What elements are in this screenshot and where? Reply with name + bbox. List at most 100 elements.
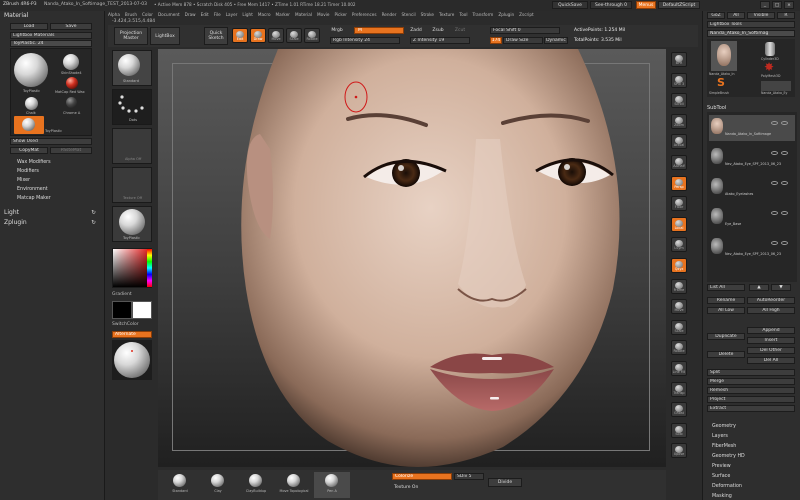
color-picker[interactable] bbox=[112, 248, 152, 288]
hue-strip[interactable] bbox=[147, 249, 152, 287]
tool-section-header[interactable]: FiberMesh bbox=[709, 441, 797, 451]
material-subsection[interactable]: Matcap Maker bbox=[14, 194, 94, 203]
menu-item[interactable]: Zscript bbox=[519, 12, 534, 17]
menu-item[interactable]: Light bbox=[242, 12, 252, 17]
view-lsym-button[interactable]: LSym bbox=[671, 237, 687, 253]
view-zoom-button[interactable]: Zoom bbox=[671, 113, 687, 129]
material-subsection[interactable]: Wax Modifiers bbox=[14, 158, 94, 167]
eye-icon[interactable] bbox=[771, 241, 778, 245]
tool-section-header[interactable]: Geometry bbox=[709, 421, 797, 431]
copy-mat-button[interactable]: CopyMat bbox=[10, 147, 48, 154]
subtool-item[interactable]: Nev_Atako_Eye_SPF_2013_06_23 bbox=[709, 145, 795, 171]
gradient-label[interactable]: Gradient bbox=[112, 292, 132, 297]
main-color-swatch[interactable] bbox=[112, 301, 132, 319]
polymesh-star-icon[interactable]: ✸ bbox=[764, 61, 774, 73]
menu-item[interactable]: Alpha bbox=[108, 12, 120, 17]
material-thumbnail[interactable]: ToyPlastic bbox=[112, 206, 152, 242]
tool-thumb-main[interactable] bbox=[711, 41, 737, 71]
insert-button[interactable]: Insert bbox=[747, 337, 795, 344]
duplicate-button[interactable]: Duplicate bbox=[707, 333, 745, 340]
load-material-button[interactable]: Load bbox=[10, 23, 48, 30]
remesh-button[interactable]: Remesh bbox=[707, 387, 795, 394]
rename-button[interactable]: Rename bbox=[707, 297, 745, 304]
rgb-intensity-slider[interactable]: Rgb Intensity 24 bbox=[330, 37, 400, 44]
polypaint-icon[interactable] bbox=[781, 211, 788, 215]
merge-button[interactable]: Merge bbox=[707, 378, 795, 385]
all-button[interactable]: All bbox=[727, 12, 745, 19]
view-solo-button[interactable]: Solo bbox=[671, 422, 687, 438]
view-actual-button[interactable]: Actual bbox=[671, 134, 687, 150]
tool-thumb-cylinder[interactable] bbox=[765, 42, 775, 56]
tool-section-header[interactable]: Layers bbox=[709, 431, 797, 441]
view-line-fill-button[interactable]: Line Fill bbox=[671, 361, 687, 376]
subtool-item[interactable]: Nanda_Atako_In_Softimage bbox=[709, 115, 795, 141]
view-scale-button[interactable]: Scale bbox=[671, 319, 687, 335]
zplugin-header[interactable]: Zplugin ↻ bbox=[0, 218, 104, 227]
zadd-button[interactable]: Zadd bbox=[406, 27, 426, 34]
alternate-button[interactable]: Alternate bbox=[112, 331, 152, 338]
menu-item[interactable]: Stencil bbox=[401, 12, 415, 17]
current-tool-slider[interactable]: Nanda_Atako_In_Softimag bbox=[707, 30, 795, 37]
menu-item[interactable]: Preferences bbox=[352, 12, 377, 17]
matcap-preview[interactable] bbox=[112, 340, 152, 380]
mrgb-button[interactable]: Mrgb bbox=[330, 27, 344, 34]
material-subsection[interactable]: Modifiers bbox=[14, 167, 94, 176]
del-all-button[interactable]: Del All bbox=[747, 357, 795, 364]
view-ghost-button[interactable]: Ghost bbox=[671, 402, 687, 418]
zsub-button[interactable]: Zsub bbox=[428, 27, 448, 34]
view-xpose-button[interactable]: Xpose bbox=[671, 443, 687, 459]
tool-section-header[interactable]: Preview bbox=[709, 461, 797, 471]
eye-icon[interactable] bbox=[771, 211, 778, 215]
brush-slot[interactable]: Pen A bbox=[314, 472, 350, 498]
tool-edit-button[interactable]: Edit bbox=[232, 28, 248, 43]
menu-item[interactable]: Movie bbox=[317, 12, 329, 17]
view-aahalf-button[interactable]: AAHalf bbox=[671, 155, 687, 170]
append-button[interactable]: Append bbox=[747, 327, 795, 334]
divide-button[interactable]: Divide bbox=[488, 478, 522, 487]
quick-sketch-button[interactable]: Quick Sketch bbox=[204, 27, 228, 45]
menu-item[interactable]: Color bbox=[142, 12, 153, 17]
brush-thumbnail[interactable]: Standard bbox=[112, 50, 152, 86]
menus-button[interactable]: Menus bbox=[636, 1, 656, 9]
brush-slot[interactable]: Move Topological bbox=[276, 472, 312, 498]
tool-draw-button[interactable]: Draw bbox=[250, 28, 266, 43]
menu-item[interactable]: Macro bbox=[258, 12, 271, 17]
tool-section-header[interactable]: Surface bbox=[709, 471, 797, 481]
autoreorder-button[interactable]: AutoReorder bbox=[747, 297, 795, 304]
menu-item[interactable]: Transform bbox=[472, 12, 493, 17]
tool-section-header[interactable]: Geometry HD bbox=[709, 451, 797, 461]
brush-slot[interactable]: ClayBuildup bbox=[238, 472, 274, 498]
menu-item[interactable]: Draw bbox=[185, 12, 196, 17]
minimize-button[interactable]: _ bbox=[760, 1, 770, 9]
subtool-header[interactable]: SubTool bbox=[703, 103, 800, 112]
lightbox-button[interactable]: LightBox bbox=[150, 27, 180, 45]
quicksave-button[interactable]: QuickSave bbox=[552, 1, 588, 9]
menu-item[interactable]: Material bbox=[295, 12, 312, 17]
menu-item[interactable]: Stroke bbox=[421, 12, 434, 17]
view-bpr-button[interactable]: BPR bbox=[671, 52, 687, 67]
material-thumb-skinshade[interactable] bbox=[63, 54, 79, 70]
material-subsection[interactable]: Mixer bbox=[14, 176, 94, 185]
paste-mat-button[interactable]: PasteMat bbox=[50, 147, 92, 154]
tool-section-header[interactable]: Deformation bbox=[709, 481, 797, 491]
menu-item[interactable]: Tool bbox=[459, 12, 467, 17]
delete-button[interactable]: Delete bbox=[707, 351, 745, 358]
material-thumb-chalk[interactable] bbox=[25, 97, 38, 110]
tool-rotate-button[interactable]: Rotate bbox=[304, 28, 320, 43]
secondary-color-swatch[interactable] bbox=[132, 301, 152, 319]
subtool-down-arrow[interactable]: ▼ bbox=[771, 284, 791, 291]
menu-item[interactable]: File bbox=[214, 12, 221, 17]
polypaint-icon[interactable] bbox=[781, 151, 788, 155]
menu-item[interactable]: Zplugin bbox=[498, 12, 514, 17]
material-thumb-selected[interactable] bbox=[14, 116, 44, 134]
tool-section-header[interactable]: Masking bbox=[709, 491, 797, 500]
current-material-slider[interactable]: ToyPlastic. 24 bbox=[10, 40, 92, 47]
m-button[interactable]: M bbox=[354, 27, 404, 34]
project-button[interactable]: Project bbox=[707, 396, 795, 403]
subtool-item[interactable]: Atako_Eyelashes bbox=[709, 175, 795, 201]
zcut-button[interactable]: Zcut bbox=[450, 27, 470, 34]
goz-button[interactable]: GoZ bbox=[707, 12, 725, 19]
eye-icon[interactable] bbox=[771, 121, 778, 125]
view-rotate-button[interactable]: Rotate bbox=[671, 340, 687, 356]
close-button[interactable]: × bbox=[784, 1, 794, 9]
